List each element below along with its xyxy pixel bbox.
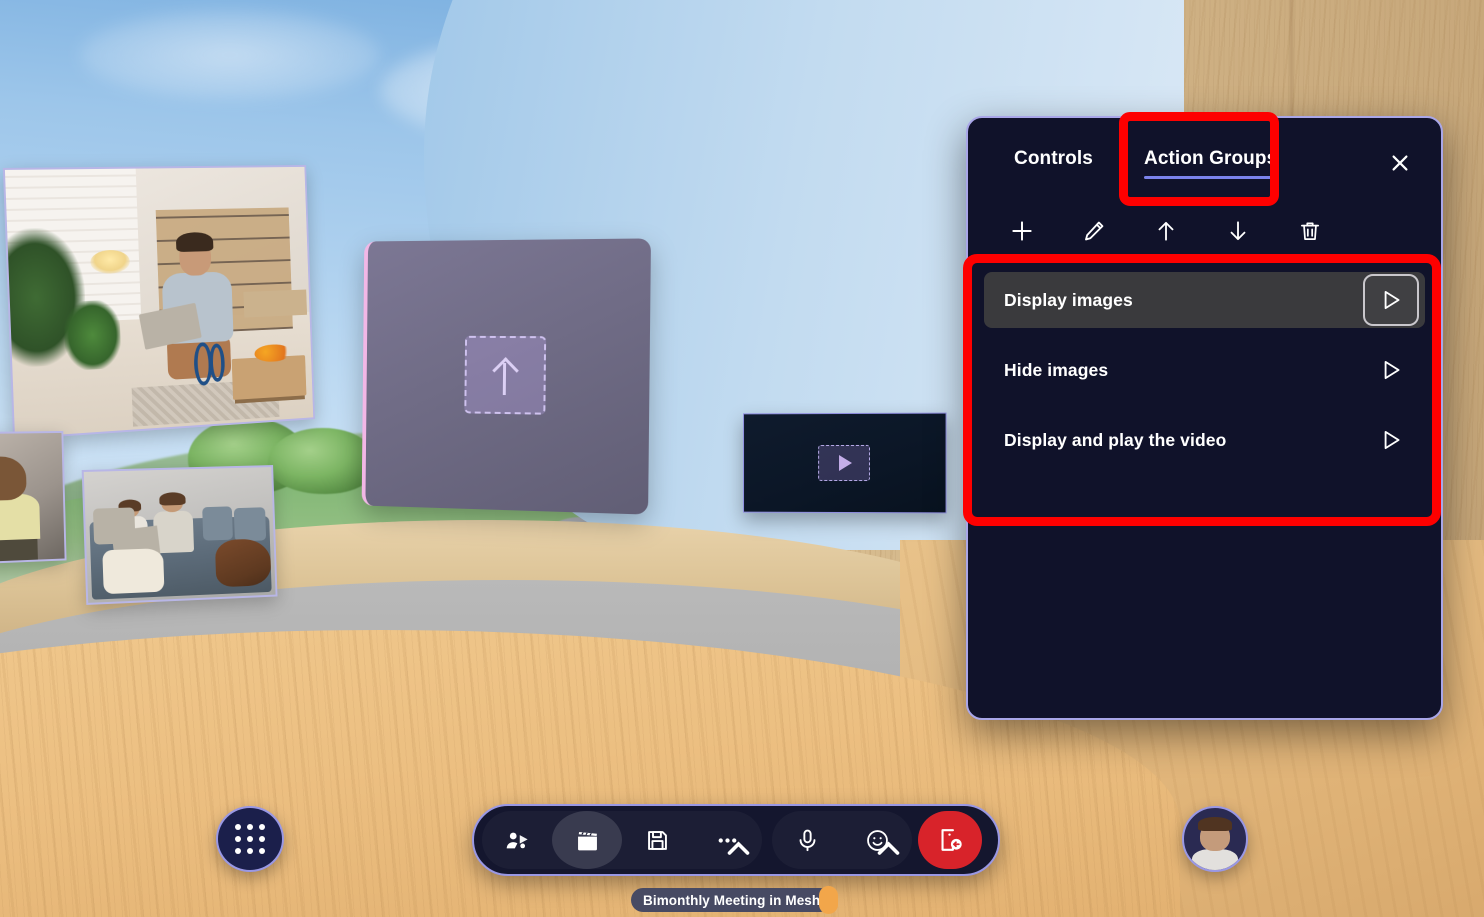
action-group-row-hide-images[interactable]: Hide images bbox=[984, 342, 1425, 398]
scene-photo-man-wheelchair-laptop[interactable] bbox=[3, 165, 315, 440]
add-action-group-button[interactable] bbox=[986, 208, 1058, 254]
tab-action-groups[interactable]: Action Groups bbox=[1144, 148, 1277, 179]
edit-action-group-button[interactable] bbox=[1058, 208, 1130, 254]
action-group-label: Display and play the video bbox=[1004, 430, 1226, 451]
play-icon bbox=[1378, 287, 1404, 313]
trash-icon bbox=[1297, 218, 1323, 244]
move-up-button[interactable] bbox=[1130, 208, 1202, 254]
move-down-button[interactable] bbox=[1202, 208, 1274, 254]
play-icon bbox=[1378, 357, 1404, 383]
people-button[interactable] bbox=[482, 811, 552, 869]
toolbar-group-right bbox=[772, 811, 912, 869]
action-group-label: Display images bbox=[1004, 290, 1133, 311]
scene-photo-woman-smiling[interactable] bbox=[0, 431, 67, 564]
floppy-disk-icon bbox=[644, 827, 671, 854]
tab-action-groups-label: Action Groups bbox=[1144, 148, 1277, 169]
panel-tab-bar: Controls Action Groups bbox=[968, 118, 1441, 204]
close-panel-button[interactable] bbox=[1383, 146, 1417, 180]
action-group-label: Hide images bbox=[1004, 360, 1108, 381]
delete-action-group-button[interactable] bbox=[1274, 208, 1346, 254]
meeting-title: Bimonthly Meeting in Mesh bbox=[643, 893, 820, 908]
microphone-icon bbox=[794, 827, 821, 854]
more-options-button[interactable] bbox=[692, 811, 762, 869]
reactions-button[interactable] bbox=[842, 811, 912, 869]
play-action-group-button[interactable] bbox=[1363, 414, 1419, 466]
play-action-group-button[interactable] bbox=[1363, 344, 1419, 396]
apps-grid-button[interactable] bbox=[216, 806, 284, 872]
play-action-group-button[interactable] bbox=[1363, 274, 1419, 326]
scene-clapperboard-button[interactable] bbox=[552, 811, 622, 869]
close-icon bbox=[1389, 152, 1411, 174]
toolbar-group-left bbox=[482, 811, 762, 869]
chevron-up-icon bbox=[725, 835, 752, 862]
meeting-title-pill: Bimonthly Meeting in Mesh bbox=[631, 888, 832, 912]
image-dropzone[interactable] bbox=[464, 336, 546, 415]
vr-meeting-screen: Controls Action Groups Display images Hi… bbox=[0, 0, 1484, 917]
microphone-button[interactable] bbox=[772, 811, 842, 869]
upload-arrow-icon bbox=[492, 355, 518, 395]
action-groups-panel: Controls Action Groups Display images Hi… bbox=[966, 116, 1443, 720]
pencil-icon bbox=[1081, 218, 1107, 244]
save-button[interactable] bbox=[622, 811, 692, 869]
clapperboard-icon bbox=[574, 827, 601, 854]
cloud bbox=[80, 10, 380, 100]
people-icon bbox=[504, 827, 531, 854]
scene-photo-two-women-couch-dog[interactable] bbox=[82, 465, 278, 605]
action-group-row-display-images[interactable]: Display images bbox=[984, 272, 1425, 328]
action-group-row-display-and-play-the-video[interactable]: Display and play the video bbox=[984, 412, 1425, 468]
tab-controls[interactable]: Controls bbox=[1014, 148, 1093, 179]
image-placeholder-board[interactable] bbox=[362, 238, 651, 514]
video-dropzone[interactable] bbox=[818, 445, 870, 481]
plus-icon bbox=[1009, 218, 1035, 244]
user-avatar[interactable] bbox=[1182, 806, 1248, 872]
action-groups-list: Display images Hide images Display and p… bbox=[968, 258, 1441, 468]
meeting-toolbar bbox=[472, 804, 1000, 876]
play-icon bbox=[839, 455, 852, 471]
action-groups-toolbar bbox=[968, 204, 1441, 258]
arrow-down-icon bbox=[1225, 218, 1251, 244]
presence-indicator bbox=[819, 886, 838, 914]
leave-meeting-button[interactable] bbox=[918, 811, 982, 869]
grid-nine-dots-icon bbox=[235, 824, 265, 854]
tab-controls-label: Controls bbox=[1014, 148, 1093, 169]
leave-door-icon bbox=[936, 826, 964, 854]
arrow-up-icon bbox=[1153, 218, 1179, 244]
play-icon bbox=[1378, 427, 1404, 453]
chevron-up-icon bbox=[875, 835, 902, 862]
video-placeholder-board[interactable] bbox=[743, 413, 947, 514]
